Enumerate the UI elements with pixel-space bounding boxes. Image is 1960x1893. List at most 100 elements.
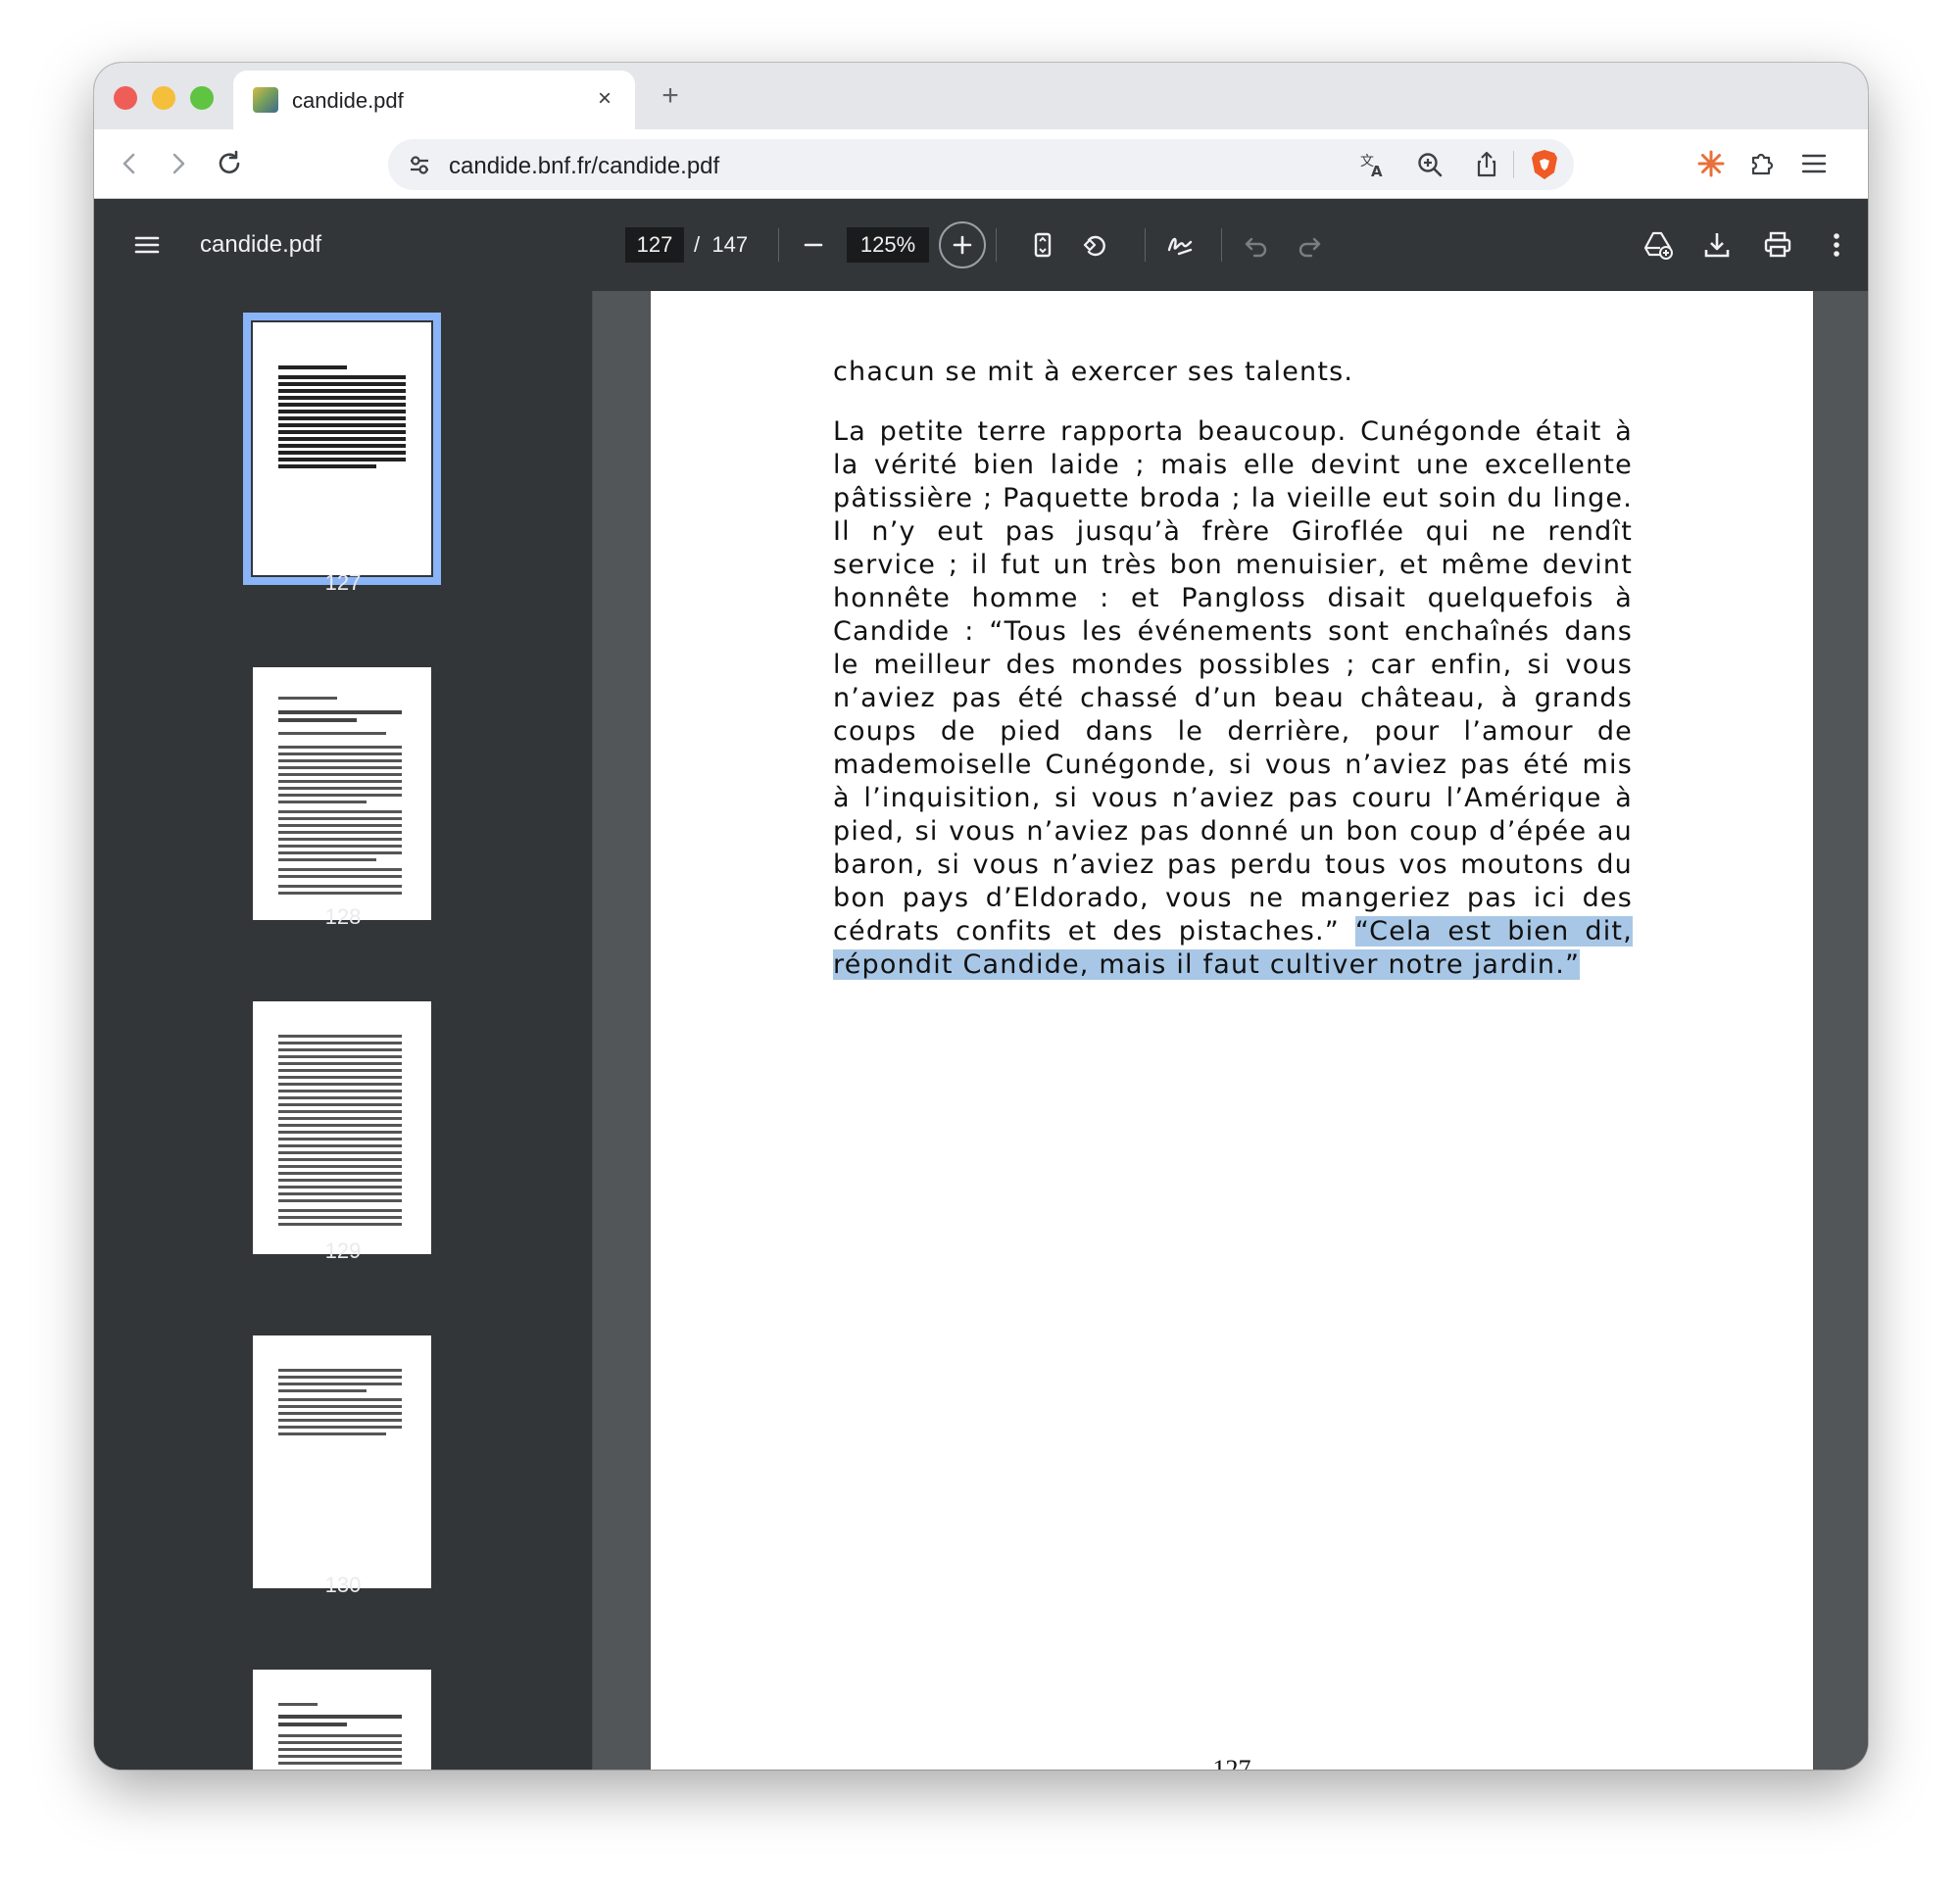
puzzle-piece-icon xyxy=(1751,153,1774,175)
thumbnail-heading-line xyxy=(278,1715,402,1719)
sidebar-toggle-button[interactable] xyxy=(123,221,171,268)
back-button[interactable] xyxy=(108,142,151,185)
pdf-toolbar: candide.pdf 127 / 147 125% xyxy=(94,199,1868,291)
thumbnail-text-line xyxy=(278,1069,402,1072)
forward-arrow-icon xyxy=(172,153,185,174)
reload-button[interactable] xyxy=(208,142,251,185)
pdf-viewer[interactable]: chacun se mit à exercer ses talents. La … xyxy=(593,291,1868,1770)
thumbnail-text-line xyxy=(278,1199,402,1202)
zoom-level-input[interactable]: 125% xyxy=(847,227,929,263)
browser-tab[interactable]: candide.pdf × xyxy=(233,71,635,129)
page-thumbnail-129[interactable] xyxy=(253,1001,431,1254)
browser-menu-button[interactable] xyxy=(1792,142,1836,185)
thumbnail-text-line xyxy=(278,1192,402,1195)
thumbnail-text-line xyxy=(278,382,406,386)
thumbnail-text-line xyxy=(278,1179,402,1182)
save-to-drive-button[interactable] xyxy=(1635,221,1682,268)
share-icon[interactable] xyxy=(1465,143,1508,186)
page-thumbnail-130[interactable] xyxy=(253,1335,431,1588)
thumbnail-sidebar: 127 128 129 130 xyxy=(94,291,593,1770)
browser-window: candide.pdf × + candide.bnf.fr/candide.p… xyxy=(94,63,1868,1770)
paragraph-text: La petite terre rapporta beaucoup. Cunég… xyxy=(833,415,1633,982)
zoom-page-icon[interactable] xyxy=(1408,143,1451,186)
thumbnail-text-line xyxy=(278,1426,402,1429)
thumbnail-text-line xyxy=(278,1734,402,1737)
rotate-button[interactable] xyxy=(1072,221,1119,268)
page-thumbnail-127[interactable] xyxy=(243,313,441,585)
annotate-button[interactable] xyxy=(1156,221,1203,268)
thumbnail-text-line xyxy=(278,1110,402,1113)
paragraph-text: chacun se mit à exercer ses talents. xyxy=(833,357,1354,387)
tab-close-button[interactable]: × xyxy=(588,82,621,116)
thumbnail-text-line xyxy=(278,892,402,895)
thumbnail-heading-line xyxy=(278,710,402,714)
thumbnail-text-line xyxy=(278,810,402,813)
translate-icon[interactable]: 文A xyxy=(1351,143,1395,186)
thumbnail-text-line xyxy=(278,403,406,407)
thumbnail-text-line xyxy=(278,1144,402,1147)
download-button[interactable] xyxy=(1693,221,1740,268)
thumbnail-text-line xyxy=(278,824,402,827)
leo-ai-button[interactable] xyxy=(1690,142,1733,185)
thumbnail-text-line xyxy=(278,1048,402,1051)
page-total: / 147 xyxy=(694,232,748,258)
address-bar[interactable]: candide.bnf.fr/candide.pdf 文A xyxy=(388,139,1574,190)
print-button[interactable] xyxy=(1754,221,1801,268)
thumbnail-text-line xyxy=(278,437,406,441)
redo-button[interactable] xyxy=(1286,221,1333,268)
thumbnail-text-line xyxy=(278,1172,402,1175)
undo-button[interactable] xyxy=(1233,221,1280,268)
minimize-window-button[interactable] xyxy=(152,86,175,110)
thumbnail-text-line xyxy=(278,1762,402,1765)
thumbnail-text-line xyxy=(278,1398,402,1401)
zoom-window-button[interactable] xyxy=(190,86,214,110)
site-settings-icon[interactable] xyxy=(398,143,441,186)
thumbnail-text-line xyxy=(278,1412,402,1415)
thumbnail-text-line xyxy=(278,1186,402,1189)
total-pages: 147 xyxy=(711,232,749,257)
leo-sparkle-icon xyxy=(1697,150,1725,177)
thumbnail-text-line xyxy=(278,868,402,871)
thumbnail-text-line xyxy=(278,838,402,841)
thumbnail-text-line xyxy=(278,1062,402,1065)
pdf-title: candide.pdf xyxy=(200,231,322,258)
thumbnail-text-line xyxy=(278,780,402,783)
thumbnail-text-line xyxy=(278,1076,402,1079)
more-actions-button[interactable] xyxy=(1813,221,1860,268)
thumbnail-text-line xyxy=(278,1035,402,1038)
thumbnail-page-number: 130 xyxy=(324,1573,362,1597)
page-number-input[interactable]: 127 xyxy=(625,227,684,263)
draw-signature-icon xyxy=(1167,237,1193,256)
thumbnail-text-line xyxy=(278,410,406,413)
rotate-icon xyxy=(1083,235,1105,257)
page-thumbnail-131[interactable] xyxy=(253,1670,431,1770)
extensions-button[interactable] xyxy=(1740,142,1784,185)
thumbnail-text-line xyxy=(278,746,402,749)
thumbnail-text-line xyxy=(278,697,337,700)
zoom-in-button[interactable] xyxy=(939,221,986,268)
thumbnail-text-line xyxy=(278,1383,402,1385)
toolbar-divider xyxy=(1145,228,1146,262)
thumbnail-text-line xyxy=(278,1165,402,1168)
thumbnail-text-line xyxy=(278,831,402,834)
new-tab-button[interactable]: + xyxy=(651,76,690,116)
redo-icon xyxy=(1298,237,1321,258)
thumbnail-text-line xyxy=(278,1209,402,1212)
zoom-out-button[interactable] xyxy=(790,221,837,268)
thumbnail-text-line xyxy=(278,787,402,790)
brave-shields-icon[interactable] xyxy=(1523,143,1566,186)
thumbnail-text-line xyxy=(278,794,402,797)
fit-page-button[interactable] xyxy=(1019,221,1066,268)
page-thumbnail-128[interactable] xyxy=(253,667,431,920)
svg-text:A: A xyxy=(1371,163,1383,179)
pdf-page: chacun se mit à exercer ses talents. La … xyxy=(651,291,1813,1770)
thumbnail-text-line xyxy=(278,458,406,461)
back-arrow-icon xyxy=(122,153,135,174)
close-window-button[interactable] xyxy=(114,86,137,110)
thumbnail-text-line xyxy=(278,1216,402,1219)
thumbnail-text-line xyxy=(278,416,406,420)
thumbnail-text-line xyxy=(278,851,402,854)
forward-button[interactable] xyxy=(157,142,200,185)
thumbnail-text-line xyxy=(278,759,402,762)
url-text[interactable]: candide.bnf.fr/candide.pdf xyxy=(449,153,719,180)
